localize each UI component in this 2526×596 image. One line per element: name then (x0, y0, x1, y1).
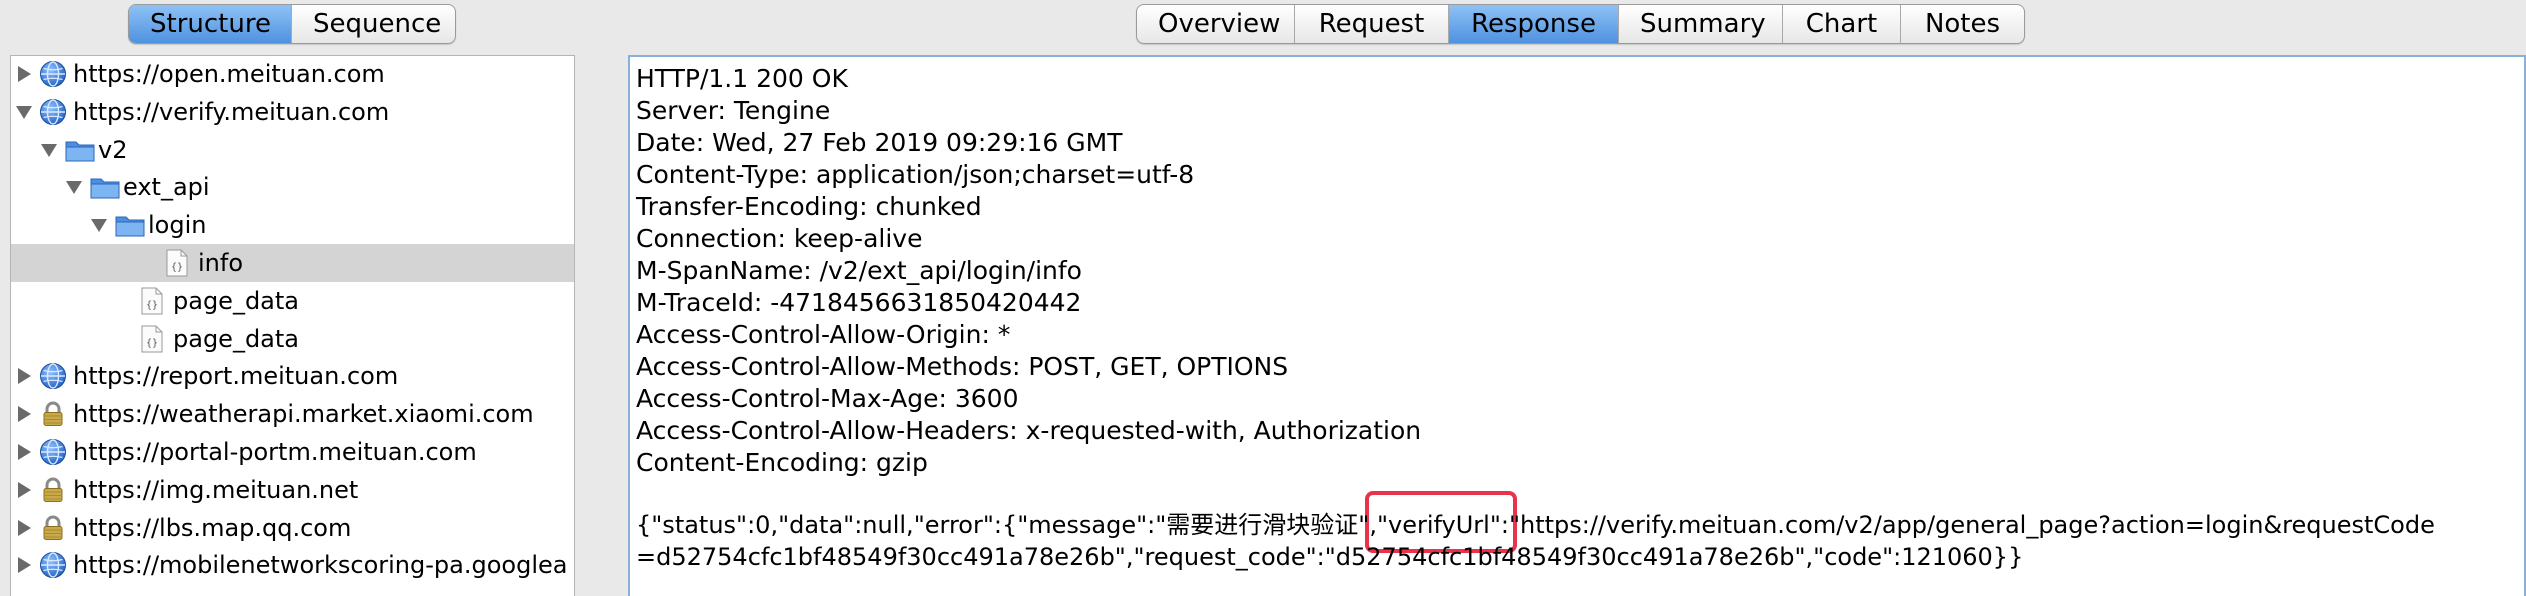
response-header-line: Transfer-Encoding: chunked (636, 192, 982, 221)
tree-row-label: https://weatherapi.market.xiaomi.com (73, 400, 534, 429)
tree-row[interactable]: https://portal-portm.meituan.com (11, 433, 574, 471)
disclosure-collapsed-icon[interactable] (18, 406, 31, 423)
structure-tree[interactable]: https://open.meituan.com https://verify.m… (10, 55, 575, 596)
disclosure-expanded-icon[interactable] (41, 143, 57, 157)
tree-row[interactable]: https://mobilenetworkscoring-pa.googlea (11, 546, 574, 584)
response-viewer[interactable]: HTTP/1.1 200 OK Server: Tengine Date: Wed,… (628, 55, 2526, 596)
folder-icon (114, 211, 146, 243)
tree-row[interactable]: https://report.meituan.com (11, 357, 574, 395)
svg-text:{}: {} (146, 300, 158, 311)
json-file-icon: {} (139, 325, 165, 357)
tab-request[interactable]: Request (1294, 5, 1448, 43)
svg-text:{}: {} (171, 262, 183, 273)
tree-row-label: https://img.meituan.net (73, 475, 359, 504)
tree-row[interactable]: https://open.meituan.com (11, 56, 574, 93)
tree-row-label: page_data (173, 286, 299, 315)
tree-row-label: https://mobilenetworkscoring-pa.googlea (73, 551, 568, 580)
response-header-line: Access-Control-Allow-Headers: x-requeste… (636, 416, 1422, 445)
tree-row[interactable]: https://img.meituan.net (11, 471, 574, 509)
tree-row-label: https://report.meituan.com (73, 362, 399, 391)
tab-summary[interactable]: Summary (1618, 5, 1782, 43)
disclosure-expanded-icon[interactable] (66, 181, 82, 195)
folder-icon (89, 173, 121, 205)
tab-overview[interactable]: Overview (1137, 5, 1294, 43)
tree-row-label: ext_api (123, 173, 210, 202)
tab-structure[interactable]: Structure (129, 5, 291, 43)
disclosure-expanded-icon[interactable] (16, 105, 32, 119)
response-header-line: Content-Type: application/json;charset=u… (636, 160, 1195, 189)
tab-chart[interactable]: Chart (1782, 5, 1900, 43)
disclosure-collapsed-icon[interactable] (18, 519, 31, 536)
tree-row-label: https://open.meituan.com (73, 60, 385, 88)
tree-row-label: info (198, 249, 244, 277)
tree-row[interactable]: https://weatherapi.market.xiaomi.com (11, 395, 574, 433)
left-view-switcher: Structure Sequence (128, 4, 456, 44)
disclosure-collapsed-icon[interactable] (18, 481, 31, 498)
tab-notes[interactable]: Notes (1900, 5, 2024, 43)
tree-row[interactable]: login (11, 206, 574, 244)
response-header-line: Access-Control-Allow-Origin: * (636, 320, 1011, 349)
svg-text:{}: {} (146, 338, 158, 349)
tab-response[interactable]: Response (1448, 5, 1618, 43)
globe-icon (39, 551, 67, 583)
tree-row-label: page_data (173, 324, 299, 353)
tree-row-label: https://verify.meituan.com (73, 97, 390, 126)
response-header-line: Server: Tengine (636, 96, 831, 125)
lock-icon (39, 400, 67, 432)
response-header-line: HTTP/1.1 200 OK (636, 64, 848, 93)
globe-icon (39, 60, 67, 92)
response-header-line: Date: Wed, 27 Feb 2019 09:29:16 GMT (636, 128, 1123, 157)
globe-icon (39, 362, 67, 394)
response-header-line: M-TraceId: -4718456631850420442 (636, 288, 1082, 317)
detail-tabs: Overview Request Response Summary Chart … (1136, 4, 2025, 44)
disclosure-expanded-icon[interactable] (91, 219, 107, 233)
tree-row-label: https://portal-portm.meituan.com (73, 438, 477, 466)
lock-icon (39, 476, 67, 508)
disclosure-collapsed-icon[interactable] (18, 368, 31, 385)
folder-icon (64, 136, 96, 168)
lock-icon (39, 514, 67, 546)
tree-row[interactable]: {} page_data (11, 320, 574, 358)
tree-row[interactable]: https://lbs.map.qq.com (11, 509, 574, 547)
disclosure-collapsed-icon[interactable] (18, 66, 31, 82)
tree-row[interactable]: ext_api (11, 168, 574, 206)
response-body-line: {"status":0,"data":null,"error":{"messag… (636, 511, 2435, 539)
tab-sequence[interactable]: Sequence (291, 5, 455, 43)
tree-row[interactable]: v2 (11, 131, 574, 169)
response-header-line: Access-Control-Allow-Methods: POST, GET,… (636, 352, 1289, 381)
response-header-line: Access-Control-Max-Age: 3600 (636, 384, 1019, 413)
tree-row[interactable]: {} info (11, 244, 574, 282)
json-file-icon: {} (139, 287, 165, 319)
tree-row-label: v2 (98, 135, 128, 164)
tree-row-label: login (148, 211, 207, 240)
disclosure-collapsed-icon[interactable] (18, 444, 31, 460)
disclosure-collapsed-icon[interactable] (18, 557, 31, 574)
globe-icon (39, 438, 67, 470)
globe-icon (39, 98, 67, 130)
response-body-line: =d52754cfc1bf48549f30cc491a78e26b","requ… (636, 543, 2024, 571)
response-header-line: M-SpanName: /v2/ext_api/login/info (636, 256, 1082, 285)
tree-row[interactable]: https://verify.meituan.com (11, 93, 574, 131)
json-file-icon: {} (164, 249, 190, 281)
response-header-line: Connection: keep-alive (636, 224, 923, 253)
response-header-line: Content-Encoding: gzip (636, 448, 928, 477)
tree-row-label: https://lbs.map.qq.com (73, 513, 352, 542)
tree-row[interactable]: {} page_data (11, 282, 574, 320)
